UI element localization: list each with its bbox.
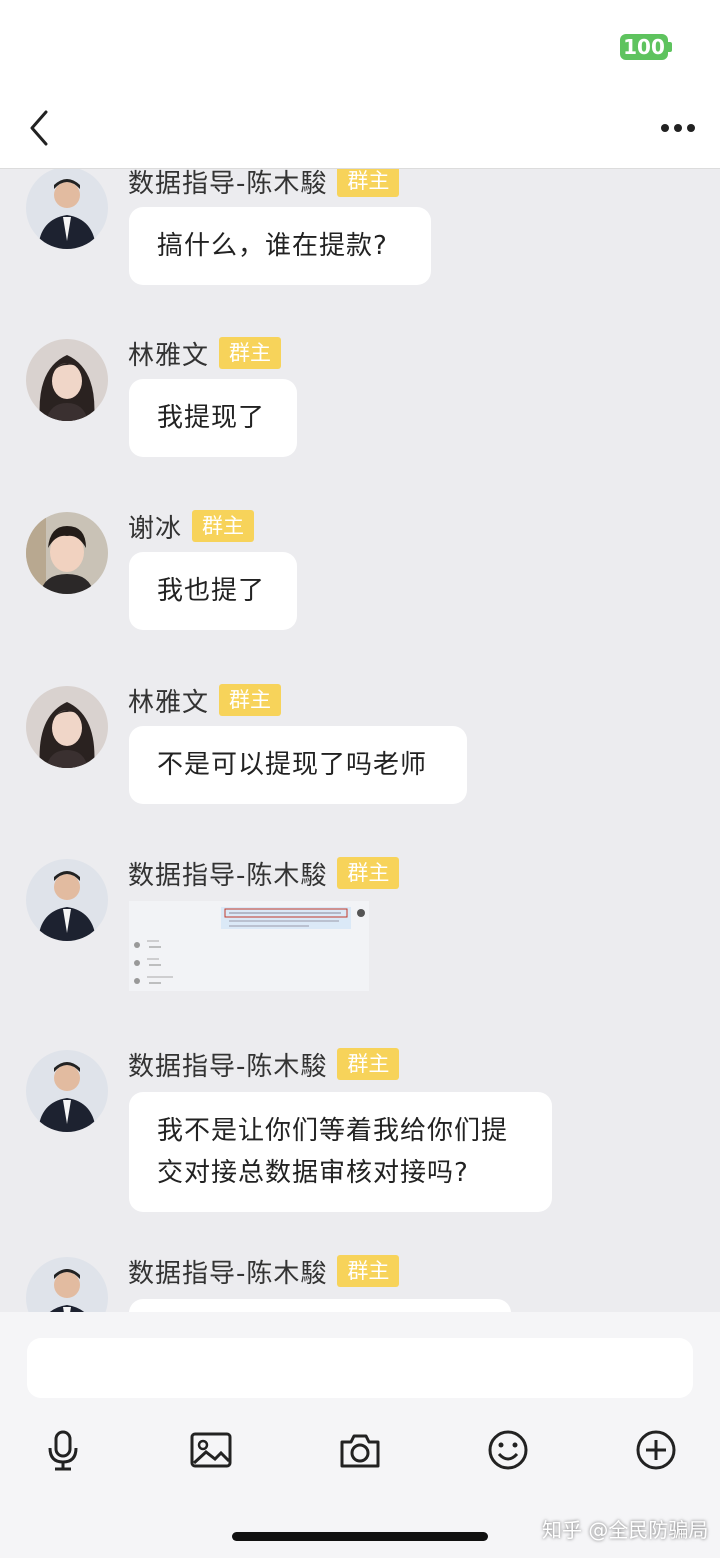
group-owner-badge: 群主 [337,169,400,197]
message-bubble[interactable] [129,1299,511,1312]
message-bubble[interactable]: 搞什么，谁在提款? [129,207,431,285]
sender-row: 数据指导-陈木駿 群主 [128,1253,400,1289]
emoji-icon[interactable] [486,1428,530,1472]
sender-row: 数据指导-陈木駿 群主 [128,1046,400,1082]
message-bubble[interactable]: 我不是让你们等着我给你们提交对接总数据审核对接吗? [129,1092,552,1212]
message-bubble[interactable]: 我提现了 [129,379,297,457]
more-horizontal-icon[interactable] [656,112,700,144]
image-icon[interactable] [189,1428,233,1472]
chevron-left-icon[interactable] [24,108,64,156]
sender-row: 谢冰 群主 [128,508,255,544]
battery-indicator: 100 [620,34,668,60]
status-bar: 100 [0,0,720,96]
avatar[interactable] [26,339,108,421]
sender-name: 林雅文 [128,687,210,718]
message-input[interactable] [27,1338,693,1398]
group-owner-badge: 群主 [219,684,282,716]
sender-row: 林雅文 群主 [128,335,282,371]
avatar[interactable] [26,169,108,249]
sender-name: 谢冰 [128,513,183,544]
chat-message-list[interactable]: 数据指导-陈木駿 群主 搞什么，谁在提款? 林雅文 群主 我提现了 谢冰 群主 … [0,169,720,1312]
avatar[interactable] [26,686,108,768]
sender-name: 数据指导-陈木駿 [128,1258,328,1289]
battery-tip [668,42,672,52]
camera-icon[interactable] [338,1428,382,1472]
group-owner-badge: 群主 [337,1255,400,1287]
sender-name: 数据指导-陈木駿 [128,169,328,199]
group-owner-badge: 群主 [192,510,255,542]
microphone-icon[interactable] [41,1428,85,1472]
group-owner-badge: 群主 [219,337,282,369]
group-owner-badge: 群主 [337,1048,400,1080]
sender-row: 林雅文 群主 [128,682,282,718]
nav-bar [0,96,720,169]
home-indicator[interactable] [232,1532,488,1541]
avatar[interactable] [26,859,108,941]
sender-name: 数据指导-陈木駿 [128,860,328,891]
sender-row: 数据指导-陈木駿 群主 [128,169,400,199]
avatar[interactable] [26,1050,108,1132]
avatar[interactable] [26,1257,108,1312]
plus-icon[interactable] [634,1428,678,1472]
message-bubble[interactable]: 不是可以提现了吗老师 [129,726,467,804]
sender-name: 林雅文 [128,340,210,371]
sender-row: 数据指导-陈木駿 群主 [128,855,400,891]
watermark: 知乎 @全民防骗局 [542,1518,709,1542]
sender-name: 数据指导-陈木駿 [128,1051,328,1082]
message-bubble[interactable]: 我也提了 [129,552,297,630]
group-owner-badge: 群主 [337,857,400,889]
avatar[interactable] [26,512,108,594]
image-message-thumbnail[interactable] [129,901,369,991]
